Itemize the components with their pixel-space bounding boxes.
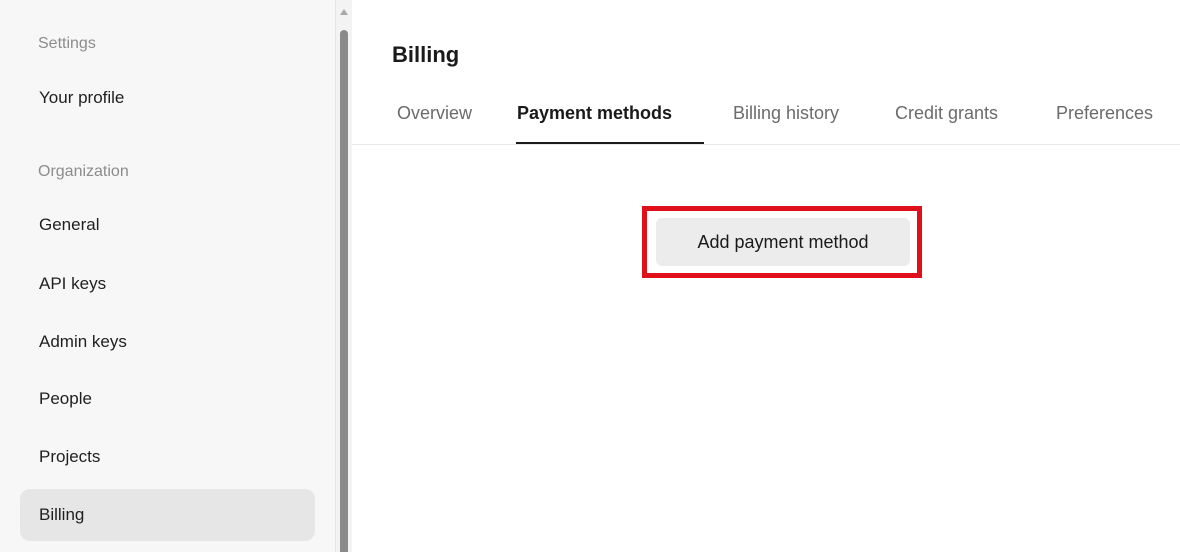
- tab-payment-methods[interactable]: Payment methods: [517, 103, 672, 124]
- sidebar-scrollbar[interactable]: [336, 0, 352, 552]
- page-title: Billing: [392, 42, 460, 67]
- billing-tabs: Overview Payment methods Billing history…: [352, 95, 1180, 145]
- tab-billing-history[interactable]: Billing history: [733, 103, 839, 124]
- scrollbar-thumb[interactable]: [340, 30, 348, 552]
- sidebar-item-admin-keys[interactable]: Admin keys: [20, 316, 315, 368]
- sidebar-item-people[interactable]: People: [20, 373, 315, 425]
- main-content: Billing Overview Payment methods Billing…: [352, 0, 1180, 552]
- tab-credit-grants[interactable]: Credit grants: [895, 103, 998, 124]
- app-window: Settings Your profile Organization Gener…: [0, 0, 1180, 552]
- sidebar-item-general[interactable]: General: [20, 199, 315, 251]
- sidebar-section-settings: Settings: [38, 35, 96, 52]
- tab-overview[interactable]: Overview: [397, 103, 472, 124]
- settings-sidebar: Settings Your profile Organization Gener…: [0, 0, 336, 552]
- sidebar-item-api-keys[interactable]: API keys: [20, 258, 315, 310]
- active-tab-indicator: [516, 142, 704, 144]
- add-payment-method-button[interactable]: Add payment method: [656, 218, 910, 266]
- tab-preferences[interactable]: Preferences: [1056, 103, 1153, 124]
- sidebar-item-projects[interactable]: Projects: [20, 431, 315, 483]
- sidebar-item-billing[interactable]: Billing: [20, 489, 315, 541]
- scroll-up-arrow-icon[interactable]: [340, 9, 348, 15]
- sidebar-item-your-profile[interactable]: Your profile: [20, 72, 315, 124]
- sidebar-section-organization: Organization: [38, 163, 129, 180]
